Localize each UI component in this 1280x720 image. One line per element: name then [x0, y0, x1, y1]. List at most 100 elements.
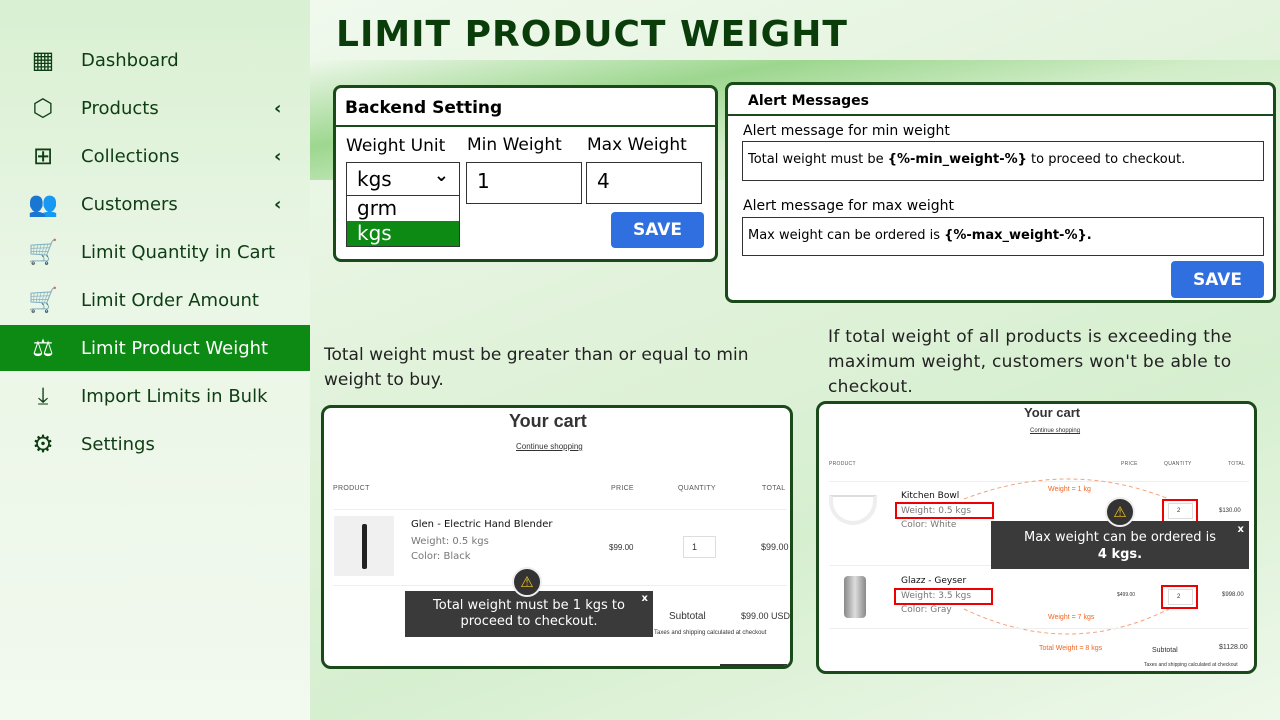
- warning-icon: ⚠: [512, 567, 542, 597]
- subtotal-value: $99.00 USD: [741, 611, 791, 621]
- token: {%-min_weight-%}: [887, 152, 1027, 167]
- weight-highlight: [895, 502, 994, 519]
- max-weight-input[interactable]: 4: [586, 162, 702, 204]
- product-color: Color: Gray: [901, 605, 952, 615]
- product-price: $99.00: [609, 543, 634, 552]
- quantity-input[interactable]: 2: [1168, 589, 1193, 605]
- close-icon[interactable]: x: [642, 591, 648, 607]
- gear-icon: ⚙: [32, 430, 54, 458]
- selected-unit: kgs: [357, 167, 392, 191]
- collections-icon: ⊞: [32, 142, 54, 170]
- quantity-input[interactable]: 2: [1168, 503, 1193, 519]
- cart-title: Your cart: [509, 411, 587, 431]
- sidebar-item-dashboard[interactable]: ▦ Dashboard: [0, 37, 310, 83]
- sidebar-item-customers[interactable]: 👥 Customers ‹: [0, 181, 310, 227]
- header-quantity: QUANTITY: [678, 485, 716, 492]
- product-color: Color: White: [901, 520, 957, 530]
- weight-note: Weight = 1 kg: [1048, 486, 1091, 493]
- max-weight-description: If total weight of all products is excee…: [828, 327, 1233, 397]
- continue-shopping-link[interactable]: Continue shopping: [516, 442, 583, 451]
- chevron-down-icon: ⌄: [433, 165, 449, 186]
- toast-text: Total weight must be 1 kgs to proceed to…: [433, 598, 625, 629]
- sidebar-item-label: Limit Order Amount: [81, 289, 259, 311]
- divider: [829, 628, 1249, 629]
- cart-dollar-icon: 🛒: [28, 286, 58, 314]
- product-price: $499.00: [1117, 592, 1136, 598]
- warning-icon: ⚠: [1105, 497, 1135, 527]
- max-alert-input[interactable]: Max weight can be ordered is {%-max_weig…: [742, 217, 1264, 256]
- sidebar-item-products[interactable]: ⬡ Products ‹: [0, 85, 310, 131]
- product-name: Kitchen Bowl: [901, 491, 960, 501]
- option-grm[interactable]: grm: [347, 196, 459, 221]
- sidebar-item-label: Collections: [81, 145, 180, 167]
- token: {%-max_weight-%}.: [944, 228, 1092, 243]
- product-image-geyser: [844, 576, 866, 618]
- divider: [728, 114, 1273, 116]
- cart-preview-min: Your cart Continue shopping PRODUCT PRIC…: [321, 405, 793, 669]
- subtotal-label: Subtotal: [1152, 647, 1178, 654]
- min-weight-input[interactable]: 1: [466, 162, 582, 204]
- header-product: PRODUCT: [333, 485, 370, 492]
- backend-setting-panel: Backend Setting Weight Unit Min Weight M…: [333, 85, 718, 262]
- product-color: Color: Black: [411, 551, 471, 562]
- close-icon[interactable]: x: [1238, 521, 1244, 538]
- sidebar-item-label: Import Limits in Bulk: [81, 385, 268, 407]
- max-weight-alert-toast: Max weight can be ordered is 4 kgs. x: [991, 521, 1249, 569]
- dashboard-icon: ▦: [31, 46, 55, 74]
- weight-note: Weight = 7 kgs: [1048, 614, 1095, 621]
- toast-text-bold: 4 kgs.: [1097, 547, 1143, 562]
- text: Total weight must be: [748, 152, 888, 167]
- weight-unit-select[interactable]: kgs ⌄: [346, 162, 460, 196]
- sidebar-item-label: Limit Product Weight: [81, 337, 269, 359]
- toast-text: Max weight can be ordered is: [1024, 530, 1216, 545]
- save-button[interactable]: SAVE: [611, 212, 704, 248]
- sidebar-item-label: Limit Quantity in Cart: [81, 241, 276, 263]
- sidebar-item-settings[interactable]: ⚙ Settings: [0, 421, 310, 467]
- panel-title: Alert Messages: [748, 93, 869, 109]
- min-weight-description: Total weight must be greater than or equ…: [324, 345, 749, 390]
- checkout-button[interactable]: [720, 664, 787, 666]
- taxes-note: Taxes and shipping calculated at checkou…: [1144, 662, 1238, 668]
- sidebar-item-label: Products: [81, 97, 159, 119]
- alert-messages-panel: Alert Messages Alert message for min wei…: [725, 82, 1276, 303]
- sidebar-item-limit-quantity-in-cart[interactable]: 🛒 Limit Quantity in Cart: [0, 229, 310, 275]
- sidebar-item-limit-product-weight[interactable]: ⚖ Limit Product Weight: [0, 325, 310, 371]
- panel-title: Backend Setting: [345, 98, 503, 118]
- chevron-left-icon[interactable]: ‹: [274, 146, 281, 167]
- text: Max weight can be ordered is: [748, 228, 945, 243]
- sidebar-item-label: Customers: [81, 193, 178, 215]
- weight-icon: ⚖: [32, 334, 54, 362]
- cart-icon: 🛒: [28, 238, 58, 266]
- max-alert-label: Alert message for max weight: [743, 198, 954, 214]
- option-kgs[interactable]: kgs: [347, 221, 459, 246]
- sidebar-item-limit-order-amount[interactable]: 🛒 Limit Order Amount: [0, 277, 310, 323]
- subtotal-value: $1128.00: [1219, 644, 1248, 651]
- product-name: Glazz - Geyser: [901, 576, 967, 586]
- sidebar-item-label: Settings: [81, 433, 155, 455]
- header-price: PRICE: [611, 485, 634, 492]
- product-weight: Weight: 0.5 kgs: [411, 536, 489, 547]
- divider: [333, 585, 787, 586]
- weight-highlight: [894, 588, 993, 605]
- product-total: $99.00: [761, 542, 789, 552]
- customers-icon: 👥: [28, 190, 58, 218]
- total-weight-note: Total Weight = 8 kgs: [1039, 645, 1103, 652]
- sidebar-item-collections[interactable]: ⊞ Collections ‹: [0, 133, 310, 179]
- header-total: TOTAL: [762, 485, 786, 492]
- save-button[interactable]: SAVE: [1171, 261, 1264, 298]
- subtotal-label: Subtotal: [669, 611, 706, 622]
- min-alert-label: Alert message for min weight: [743, 123, 950, 139]
- sidebar-item-import-limits-in-bulk[interactable]: ⤓ Import Limits in Bulk: [0, 373, 310, 419]
- chevron-left-icon[interactable]: ‹: [274, 98, 281, 119]
- quantity-input[interactable]: 1: [683, 536, 716, 558]
- chevron-left-icon[interactable]: ‹: [274, 194, 281, 215]
- text: to proceed to checkout.: [1026, 152, 1186, 167]
- product-image-blender: [334, 516, 394, 576]
- divider: [333, 509, 787, 510]
- product-total: $998.00: [1222, 592, 1244, 598]
- taxes-note: Taxes and shipping calculated at checkou…: [654, 630, 767, 636]
- min-alert-input[interactable]: Total weight must be {%-min_weight-%} to…: [742, 141, 1264, 181]
- product-name: Glen - Electric Hand Blender: [411, 519, 553, 530]
- max-weight-label: Max Weight: [587, 135, 687, 155]
- weight-unit-label: Weight Unit: [346, 136, 446, 156]
